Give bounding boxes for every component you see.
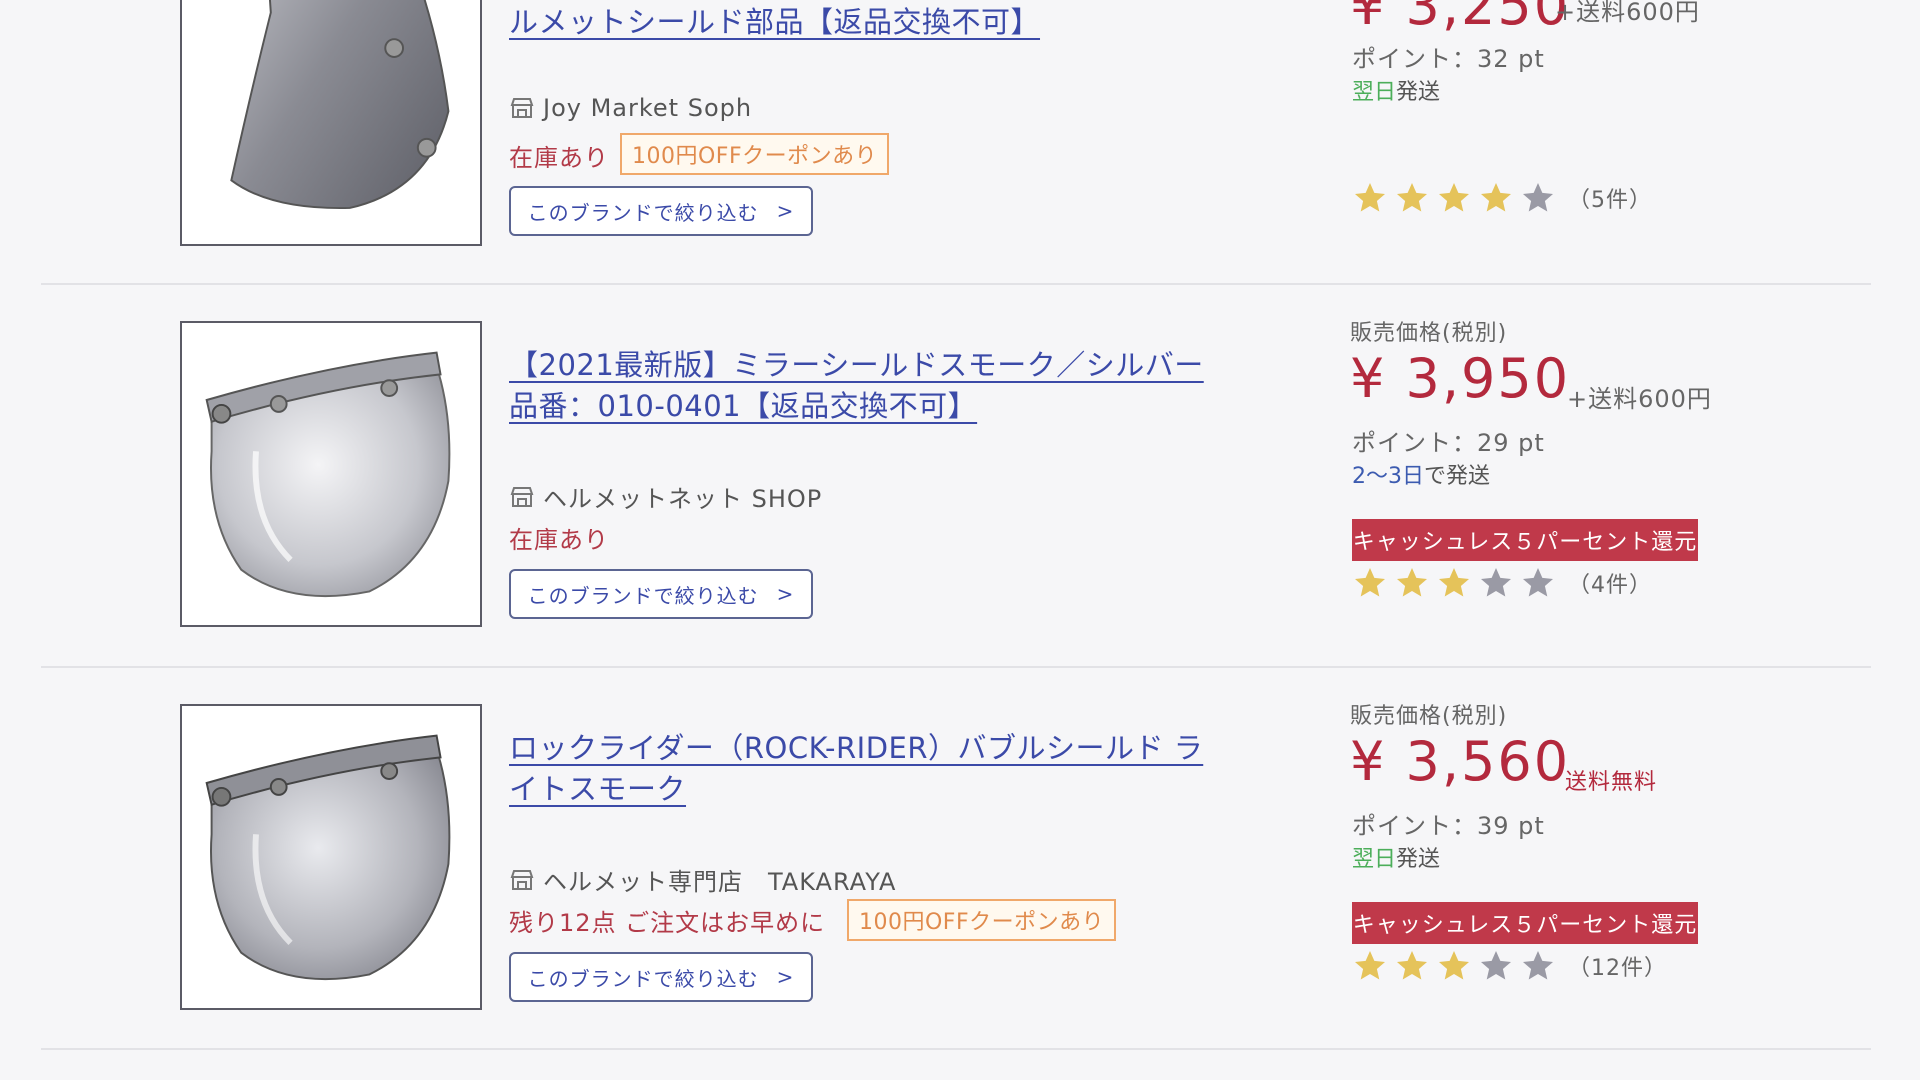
- delivery-highlight-3: 翌日: [1352, 847, 1397, 872]
- helmet-shield-image: [205, 351, 451, 598]
- star-empty-icon: [1478, 565, 1514, 601]
- stock-status-3: 残り12点 ご注文はお早めに: [509, 909, 826, 937]
- star-filled-icon: [1352, 948, 1388, 984]
- price-1: ¥ 3,250: [1350, 0, 1571, 37]
- divider: [41, 1048, 1871, 1050]
- rating-count: （5件）: [1568, 188, 1652, 213]
- coupon-badge-3[interactable]: 100円OFFクーポンあり: [847, 899, 1117, 941]
- shop-name-text-2: ヘルメットネット SHOP: [543, 485, 823, 513]
- points-2: ポイント：29 pt: [1352, 429, 1545, 457]
- product-item-1: ルメットシールド部品【返品交換不可】 Joy Market Soph 在庫あり …: [0, 0, 1920, 246]
- shipping-1: +送料600円: [1555, 0, 1700, 26]
- product-image-2[interactable]: [180, 321, 482, 627]
- filter-by-brand-label-2: このブランドで絞り込む: [527, 583, 759, 608]
- product-item-3: ロックライダー（ROCK-RIDER）バブルシールド ライトスモーク ヘルメット…: [0, 628, 1920, 1011]
- product-image-3[interactable]: [180, 704, 482, 1010]
- delivery-2: 2〜3日で発送: [1352, 458, 1490, 490]
- delivery-highlight-1: 翌日: [1352, 80, 1397, 105]
- product-title-link-1[interactable]: ルメットシールド部品【返品交換不可】: [509, 2, 1229, 43]
- delivery-text-1: 発送: [1396, 80, 1441, 105]
- helmet-shield-image: [205, 734, 451, 981]
- filter-by-brand-button-2[interactable]: このブランドで絞り込む >: [509, 569, 813, 619]
- helmet-shield-image: [230, 0, 450, 210]
- delivery-highlight-2: 2〜3日: [1352, 464, 1424, 489]
- price-2: ¥ 3,950: [1350, 347, 1571, 410]
- rating-count: （12件）: [1568, 956, 1667, 981]
- star-empty-icon: [1520, 948, 1556, 984]
- stock-status-2: 在庫あり: [509, 526, 609, 554]
- stock-status-1: 在庫あり: [509, 144, 609, 172]
- star-filled-icon: [1478, 180, 1514, 216]
- shop-name-text-3: ヘルメット専門店 TAKARAYA: [543, 868, 897, 896]
- price-label-2: 販売価格(税別): [1350, 321, 1508, 346]
- points-3: ポイント：39 pt: [1352, 812, 1545, 840]
- filter-by-brand-button-1[interactable]: このブランドで絞り込む >: [509, 186, 813, 236]
- star-filled-icon: [1394, 180, 1430, 216]
- product-title-link-2[interactable]: 【2021最新版】ミラーシールドスモーク／シルバー 品番：010-0401【返品…: [509, 345, 1229, 427]
- star-filled-icon: [1352, 565, 1388, 601]
- shipping-2: +送料600円: [1567, 385, 1712, 413]
- product-item-2: 【2021最新版】ミラーシールドスモーク／シルバー 品番：010-0401【返品…: [0, 245, 1920, 628]
- chevron-right-icon: >: [776, 199, 795, 223]
- filter-by-brand-label-1: このブランドで絞り込む: [527, 200, 759, 225]
- chevron-right-icon: >: [776, 582, 795, 606]
- shop-name-text-1: Joy Market Soph: [543, 94, 753, 122]
- cashless-badge-3: キャッシュレス５パーセント還元: [1352, 902, 1698, 944]
- shop-icon: [509, 484, 535, 510]
- delivery-1: 翌日発送: [1352, 74, 1440, 106]
- delivery-text-2: で発送: [1424, 464, 1491, 489]
- shop-icon: [509, 95, 535, 121]
- filter-by-brand-label-3: このブランドで絞り込む: [527, 966, 759, 991]
- chevron-right-icon: >: [776, 965, 795, 989]
- rating-3[interactable]: （12件）: [1352, 948, 1667, 984]
- filter-by-brand-button-3[interactable]: このブランドで絞り込む >: [509, 952, 813, 1002]
- rating-count: （4件）: [1568, 573, 1652, 598]
- cashless-badge-2: キャッシュレス５パーセント還元: [1352, 519, 1698, 561]
- points-1: ポイント：32 pt: [1352, 45, 1545, 73]
- delivery-text-3: 発送: [1396, 847, 1441, 872]
- price-label-3: 販売価格(税別): [1350, 704, 1508, 729]
- star-filled-icon: [1436, 180, 1472, 216]
- star-empty-icon: [1520, 180, 1556, 216]
- delivery-3: 翌日発送: [1352, 841, 1440, 873]
- star-filled-icon: [1394, 565, 1430, 601]
- product-title-link-3[interactable]: ロックライダー（ROCK-RIDER）バブルシールド ライトスモーク: [509, 728, 1229, 810]
- shop-name-3[interactable]: ヘルメット専門店 TAKARAYA: [509, 862, 896, 897]
- shipping-3: 送料無料: [1565, 770, 1658, 795]
- star-filled-icon: [1352, 180, 1388, 216]
- star-empty-icon: [1520, 565, 1556, 601]
- shop-name-2[interactable]: ヘルメットネット SHOP: [509, 479, 822, 514]
- rating-1[interactable]: （5件）: [1352, 180, 1652, 216]
- shop-name-1[interactable]: Joy Market Soph: [509, 94, 752, 122]
- price-3: ¥ 3,560: [1350, 730, 1571, 793]
- star-empty-icon: [1478, 948, 1514, 984]
- coupon-badge-1[interactable]: 100円OFFクーポンあり: [620, 133, 890, 175]
- product-image-1[interactable]: [180, 0, 482, 246]
- rating-2[interactable]: （4件）: [1352, 565, 1652, 601]
- star-filled-icon: [1394, 948, 1430, 984]
- star-filled-icon: [1436, 948, 1472, 984]
- shop-icon: [509, 867, 535, 893]
- star-filled-icon: [1436, 565, 1472, 601]
